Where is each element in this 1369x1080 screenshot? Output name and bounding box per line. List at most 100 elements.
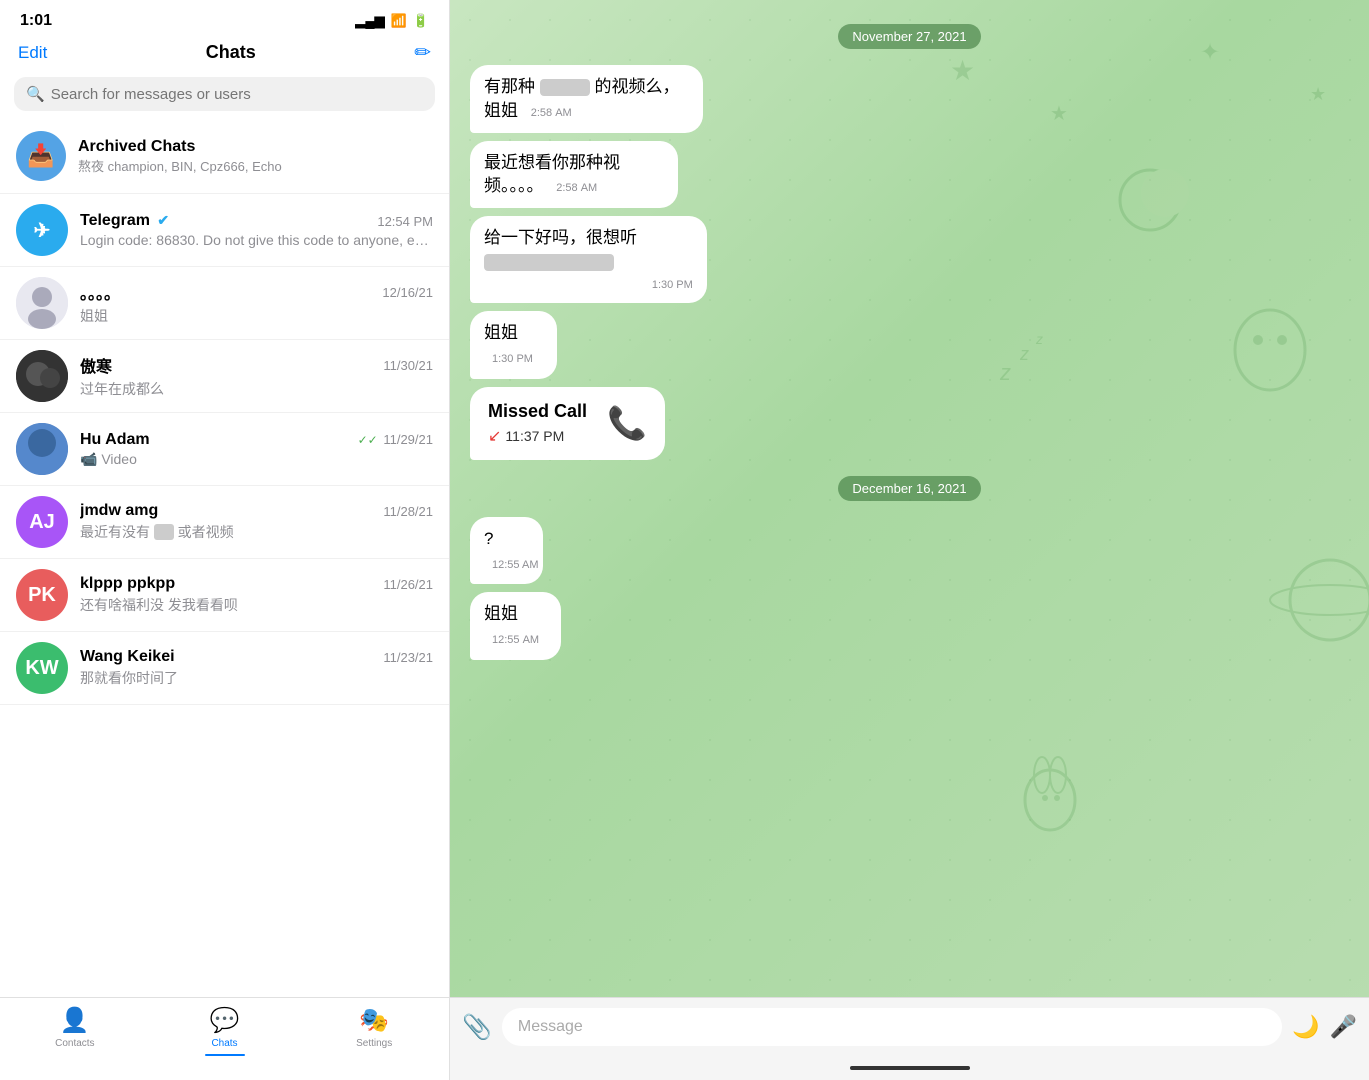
bubble-3: 给一下好吗，很想听 1:30 PM (470, 216, 707, 303)
avatar-jmdw: AJ (16, 496, 68, 548)
date-badge-2: December 16, 2021 (838, 476, 980, 501)
bottom-tabs: 👤 Contacts 💬 Chats 🎭 Settings (0, 997, 449, 1080)
tab-chats[interactable]: 💬 Chats (150, 1006, 300, 1056)
chat-preview-aohan: 过年在成都么 (80, 379, 433, 399)
time-7: 12:55 AM (492, 634, 539, 646)
blur-3 (484, 254, 614, 271)
message-2: 最近想看你那种视频。。。。 2:58 AM (470, 141, 747, 209)
left-panel: 1:01 ▂▄▆ 📶 🔋 Edit Chats ✏ 🔍 📥 Archived C… (0, 0, 450, 1080)
chat-top-wang: Wang Keikei 11/23/21 (80, 648, 433, 666)
missed-call-time-text: 11:37 PM (505, 428, 564, 444)
status-time: 1:01 (20, 12, 52, 30)
archived-sub: 熬夜 champion, BIN, Cpz666, Echo (78, 156, 282, 175)
chat-item-jmdw[interactable]: AJ jmdw amg 11/28/21 最近有没有 ██ 或者视频 (0, 486, 449, 559)
search-bar[interactable]: 🔍 (14, 77, 435, 111)
chat-info-wang: Wang Keikei 11/23/21 那就看你时间了 (80, 648, 433, 688)
emoji-icon[interactable]: 🌙 (1292, 1014, 1319, 1040)
compose-button[interactable]: ✏ (414, 40, 431, 65)
header-bar: Edit Chats ✏ (0, 34, 449, 73)
chat-preview-jiejie: 姐姐 (80, 306, 433, 326)
chat-time-klppp: 11/26/21 (383, 577, 433, 592)
double-check-icon: ✓✓ (358, 433, 378, 447)
time-6: 12:55 AM (492, 559, 538, 571)
chat-top-telegram: Telegram ✔ 12:54 PM (80, 212, 433, 230)
missed-call-title: Missed Call (488, 401, 587, 422)
wifi-icon: 📶 (391, 13, 407, 29)
chat-info-jmdw: jmdw amg 11/28/21 最近有没有 ██ 或者视频 (80, 502, 433, 542)
input-bar: 📎 🌙 🎤 (450, 997, 1369, 1056)
archived-text: Archived Chats 熬夜 champion, BIN, Cpz666,… (78, 138, 282, 175)
chat-item-jiejie[interactable]: 。。。。 12/16/21 姐姐 (0, 267, 449, 340)
bubble-2: 最近想看你那种视频。。。。 2:58 AM (470, 141, 678, 209)
avatar-huadam (16, 423, 68, 475)
chat-time-jiejie: 12/16/21 (382, 285, 433, 300)
chat-item-wang[interactable]: KW Wang Keikei 11/23/21 那就看你时间了 (0, 632, 449, 705)
date-badge-1: November 27, 2021 (838, 24, 980, 49)
search-icon: 🔍 (26, 85, 45, 103)
chat-info-telegram: Telegram ✔ 12:54 PM Login code: 86830. D… (80, 212, 433, 248)
messages-area: November 27, 2021 有那种 的视频么，姐姐 2:58 AM 最近… (450, 0, 1369, 997)
bubble-4: 姐姐 1:30 PM (470, 311, 557, 379)
chat-top-aohan: 傲寒 11/30/21 (80, 353, 433, 377)
chat-top-jiejie: 。。。。 12/16/21 (80, 280, 433, 304)
mic-icon[interactable]: 🎤 (1330, 1014, 1357, 1040)
chat-item-telegram[interactable]: ✈ Telegram ✔ 12:54 PM Login code: 86830.… (0, 194, 449, 267)
avatar-telegram: ✈ (16, 204, 68, 256)
chat-item-huadam[interactable]: Hu Adam ✓✓ 11/29/21 📹 Video (0, 413, 449, 486)
settings-label: Settings (356, 1038, 392, 1049)
time-4: 1:30 PM (492, 353, 533, 365)
chat-name-huadam: Hu Adam (80, 431, 150, 449)
message-7: 姐姐 12:55 AM (470, 592, 592, 660)
chat-time-aohan: 11/30/21 (383, 358, 433, 373)
missed-call-arrow-icon: ↙ (488, 426, 501, 446)
archived-chats-item[interactable]: 📥 Archived Chats 熬夜 champion, BIN, Cpz66… (0, 119, 449, 194)
tab-active-indicator (205, 1054, 245, 1056)
missed-call-info: Missed Call ↙ 11:37 PM (488, 401, 587, 446)
chat-item-klppp[interactable]: PK klppp ppkpp 11/26/21 还有啥福利没 发我看看呗 (0, 559, 449, 632)
chat-info-klppp: klppp ppkpp 11/26/21 还有啥福利没 发我看看呗 (80, 575, 433, 615)
time-3: 1:30 PM (652, 278, 693, 293)
attach-icon[interactable]: 📎 (462, 1013, 492, 1042)
chat-time-huadam: ✓✓ 11/29/21 (358, 432, 433, 447)
message-1: 有那种 的视频么，姐姐 2:58 AM (470, 65, 781, 133)
chat-top-klppp: klppp ppkpp 11/26/21 (80, 575, 433, 593)
chat-name-wang: Wang Keikei (80, 648, 175, 666)
chat-name-aohan: 傲寒 (80, 353, 112, 377)
message-6: ? 12:55 AM (470, 517, 567, 585)
chat-top-huadam: Hu Adam ✓✓ 11/29/21 (80, 431, 433, 449)
chat-item-aohan[interactable]: 傲寒 11/30/21 过年在成都么 (0, 340, 449, 413)
bubble-1: 有那种 的视频么，姐姐 2:58 AM (470, 65, 703, 133)
avatar-wang: KW (16, 642, 68, 694)
search-input[interactable] (51, 86, 423, 103)
contacts-label: Contacts (55, 1038, 94, 1049)
edit-button[interactable]: Edit (18, 43, 47, 63)
bubble-7: 姐姐 12:55 AM (470, 592, 561, 660)
tab-contacts[interactable]: 👤 Contacts (0, 1006, 150, 1056)
chat-name-telegram: Telegram ✔ (80, 212, 169, 230)
message-input[interactable] (502, 1008, 1282, 1046)
signal-icon: ▂▄▆ (355, 13, 384, 29)
archived-name: Archived Chats (78, 138, 282, 156)
phone-icon[interactable]: 📞 (607, 404, 647, 442)
missed-call-bubble: Missed Call ↙ 11:37 PM 📞 (470, 387, 665, 460)
chat-time-telegram: 12:54 PM (377, 214, 433, 229)
chat-time-jmdw: 11/28/21 (383, 504, 433, 519)
chat-preview-jmdw: 最近有没有 ██ 或者视频 (80, 522, 433, 542)
chat-info-huadam: Hu Adam ✓✓ 11/29/21 📹 Video (80, 431, 433, 468)
chat-list: 📥 Archived Chats 熬夜 champion, BIN, Cpz66… (0, 119, 449, 997)
chat-name-klppp: klppp ppkpp (80, 575, 175, 593)
message-4: 姐姐 1:30 PM (470, 311, 586, 379)
chat-time-wang: 11/23/21 (383, 650, 433, 665)
chat-name-jiejie: 。。。。 (80, 280, 120, 304)
chats-icon: 💬 (210, 1006, 240, 1035)
missed-call-time: ↙ 11:37 PM (488, 426, 587, 446)
archived-icon: 📥 (16, 131, 66, 181)
message-3: 给一下好吗，很想听 1:30 PM (470, 216, 786, 303)
home-bar (850, 1066, 970, 1070)
verified-badge: ✔ (157, 212, 169, 228)
tab-settings[interactable]: 🎭 Settings (299, 1006, 449, 1056)
avatar-klppp: PK (16, 569, 68, 621)
blur-1 (540, 79, 590, 96)
chat-info-jiejie: 。。。。 12/16/21 姐姐 (80, 280, 433, 326)
chats-title: Chats (206, 42, 256, 63)
